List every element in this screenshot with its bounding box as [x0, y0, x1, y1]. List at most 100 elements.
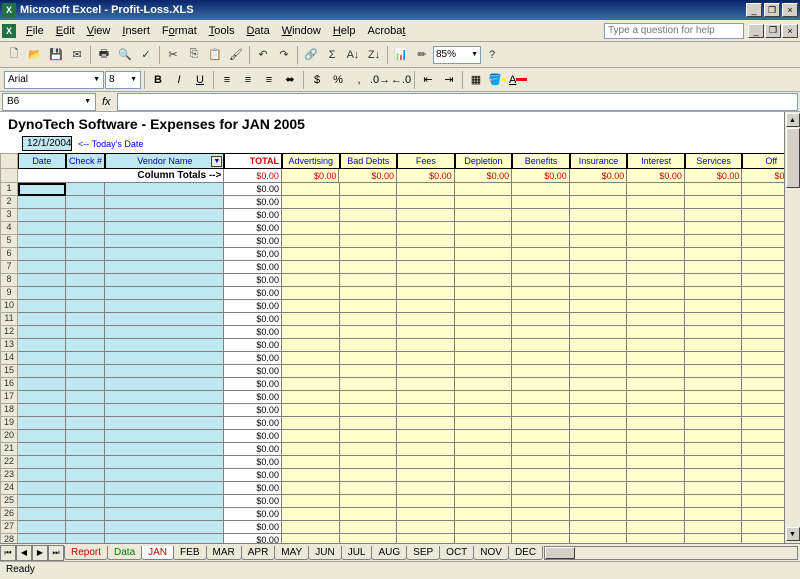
category-cell[interactable] [570, 352, 628, 365]
category-cell[interactable] [455, 235, 513, 248]
row-total-cell[interactable]: $0.00 [224, 287, 282, 300]
category-cell[interactable] [340, 417, 398, 430]
category-cell[interactable] [340, 365, 398, 378]
align-center-button[interactable]: ≡ [238, 70, 258, 90]
category-cell[interactable] [340, 287, 398, 300]
align-left-button[interactable]: ≡ [217, 70, 237, 90]
category-cell[interactable] [455, 495, 513, 508]
category-cell[interactable] [397, 495, 455, 508]
row-total-cell[interactable]: $0.00 [224, 183, 282, 196]
category-cell[interactable] [570, 495, 628, 508]
category-cell[interactable] [397, 482, 455, 495]
category-cell[interactable] [282, 209, 340, 222]
date-cell[interactable] [18, 443, 66, 456]
vendor-cell[interactable] [105, 183, 224, 196]
category-cell[interactable] [512, 495, 570, 508]
row-number[interactable]: 2 [0, 196, 18, 209]
date-cell[interactable] [18, 287, 66, 300]
date-cell[interactable] [18, 508, 66, 521]
date-cell[interactable] [18, 261, 66, 274]
category-cell[interactable] [570, 443, 628, 456]
row-total-cell[interactable]: $0.00 [224, 326, 282, 339]
check-cell[interactable] [66, 326, 106, 339]
autosum-icon[interactable]: Σ [322, 45, 342, 65]
category-cell[interactable] [455, 443, 513, 456]
date-cell[interactable] [18, 313, 66, 326]
category-cell[interactable] [570, 404, 628, 417]
category-cell[interactable] [627, 183, 685, 196]
check-cell[interactable] [66, 404, 106, 417]
category-cell[interactable] [282, 456, 340, 469]
category-cell[interactable] [512, 508, 570, 521]
row-total-cell[interactable]: $0.00 [224, 274, 282, 287]
category-cell[interactable] [397, 235, 455, 248]
category-cell[interactable] [685, 508, 743, 521]
row-total-cell[interactable]: $0.00 [224, 196, 282, 209]
category-cell[interactable] [397, 326, 455, 339]
category-cell[interactable] [340, 248, 398, 261]
category-total-cell[interactable]: $0.00 [282, 169, 340, 183]
category-cell[interactable] [512, 352, 570, 365]
sheet-tab-nov[interactable]: NOV [473, 546, 509, 560]
category-cell[interactable] [512, 365, 570, 378]
category-cell[interactable] [282, 469, 340, 482]
category-cell[interactable] [685, 274, 743, 287]
category-cell[interactable] [512, 235, 570, 248]
hyperlink-icon[interactable]: 🔗 [301, 45, 321, 65]
category-cell[interactable] [397, 183, 455, 196]
check-cell[interactable] [66, 339, 106, 352]
category-cell[interactable] [340, 456, 398, 469]
sort-desc-icon[interactable]: Z↓ [364, 45, 384, 65]
category-cell[interactable] [340, 300, 398, 313]
vendor-cell[interactable] [105, 391, 224, 404]
vendor-cell[interactable] [105, 248, 224, 261]
category-cell[interactable] [512, 196, 570, 209]
increase-decimal-button[interactable]: .0→ [370, 70, 390, 90]
category-cell[interactable] [685, 391, 743, 404]
check-cell[interactable] [66, 482, 106, 495]
date-cell[interactable] [18, 391, 66, 404]
category-total-cell[interactable]: $0.00 [570, 169, 628, 183]
print-icon[interactable]: 🖶 [94, 45, 114, 65]
category-cell[interactable] [455, 183, 513, 196]
menu-acrobat[interactable]: Acrobat [361, 23, 411, 39]
category-cell[interactable] [512, 339, 570, 352]
undo-icon[interactable]: ↶ [253, 45, 273, 65]
category-cell[interactable] [570, 261, 628, 274]
category-cell[interactable] [627, 365, 685, 378]
category-cell[interactable] [340, 235, 398, 248]
category-cell[interactable] [282, 196, 340, 209]
category-cell[interactable] [455, 274, 513, 287]
mail-icon[interactable]: ✉ [67, 45, 87, 65]
merge-center-button[interactable]: ⬌ [280, 70, 300, 90]
category-cell[interactable] [397, 469, 455, 482]
check-cell[interactable] [66, 287, 106, 300]
category-cell[interactable] [627, 521, 685, 534]
category-cell[interactable] [627, 222, 685, 235]
category-cell[interactable] [397, 196, 455, 209]
menu-data[interactable]: Data [240, 23, 275, 39]
fill-color-button[interactable]: 🪣 [487, 70, 507, 90]
category-cell[interactable] [512, 404, 570, 417]
increase-indent-button[interactable]: ⇥ [439, 70, 459, 90]
vendor-cell[interactable] [105, 404, 224, 417]
category-cell[interactable] [685, 365, 743, 378]
date-cell[interactable] [18, 209, 66, 222]
category-cell[interactable] [685, 183, 743, 196]
category-cell[interactable] [685, 196, 743, 209]
category-cell[interactable] [627, 391, 685, 404]
check-cell[interactable] [66, 456, 106, 469]
category-cell[interactable] [282, 183, 340, 196]
check-cell[interactable] [66, 495, 106, 508]
category-cell[interactable] [627, 196, 685, 209]
vendor-cell[interactable] [105, 274, 224, 287]
date-cell[interactable] [18, 352, 66, 365]
tab-next-button[interactable]: ▶ [32, 545, 48, 561]
sheet-tab-data[interactable]: Data [107, 546, 142, 560]
check-cell[interactable] [66, 417, 106, 430]
category-cell[interactable] [570, 248, 628, 261]
sheet-tab-jul[interactable]: JUL [341, 546, 373, 560]
check-cell[interactable] [66, 391, 106, 404]
vendor-cell[interactable] [105, 521, 224, 534]
category-cell[interactable] [340, 183, 398, 196]
